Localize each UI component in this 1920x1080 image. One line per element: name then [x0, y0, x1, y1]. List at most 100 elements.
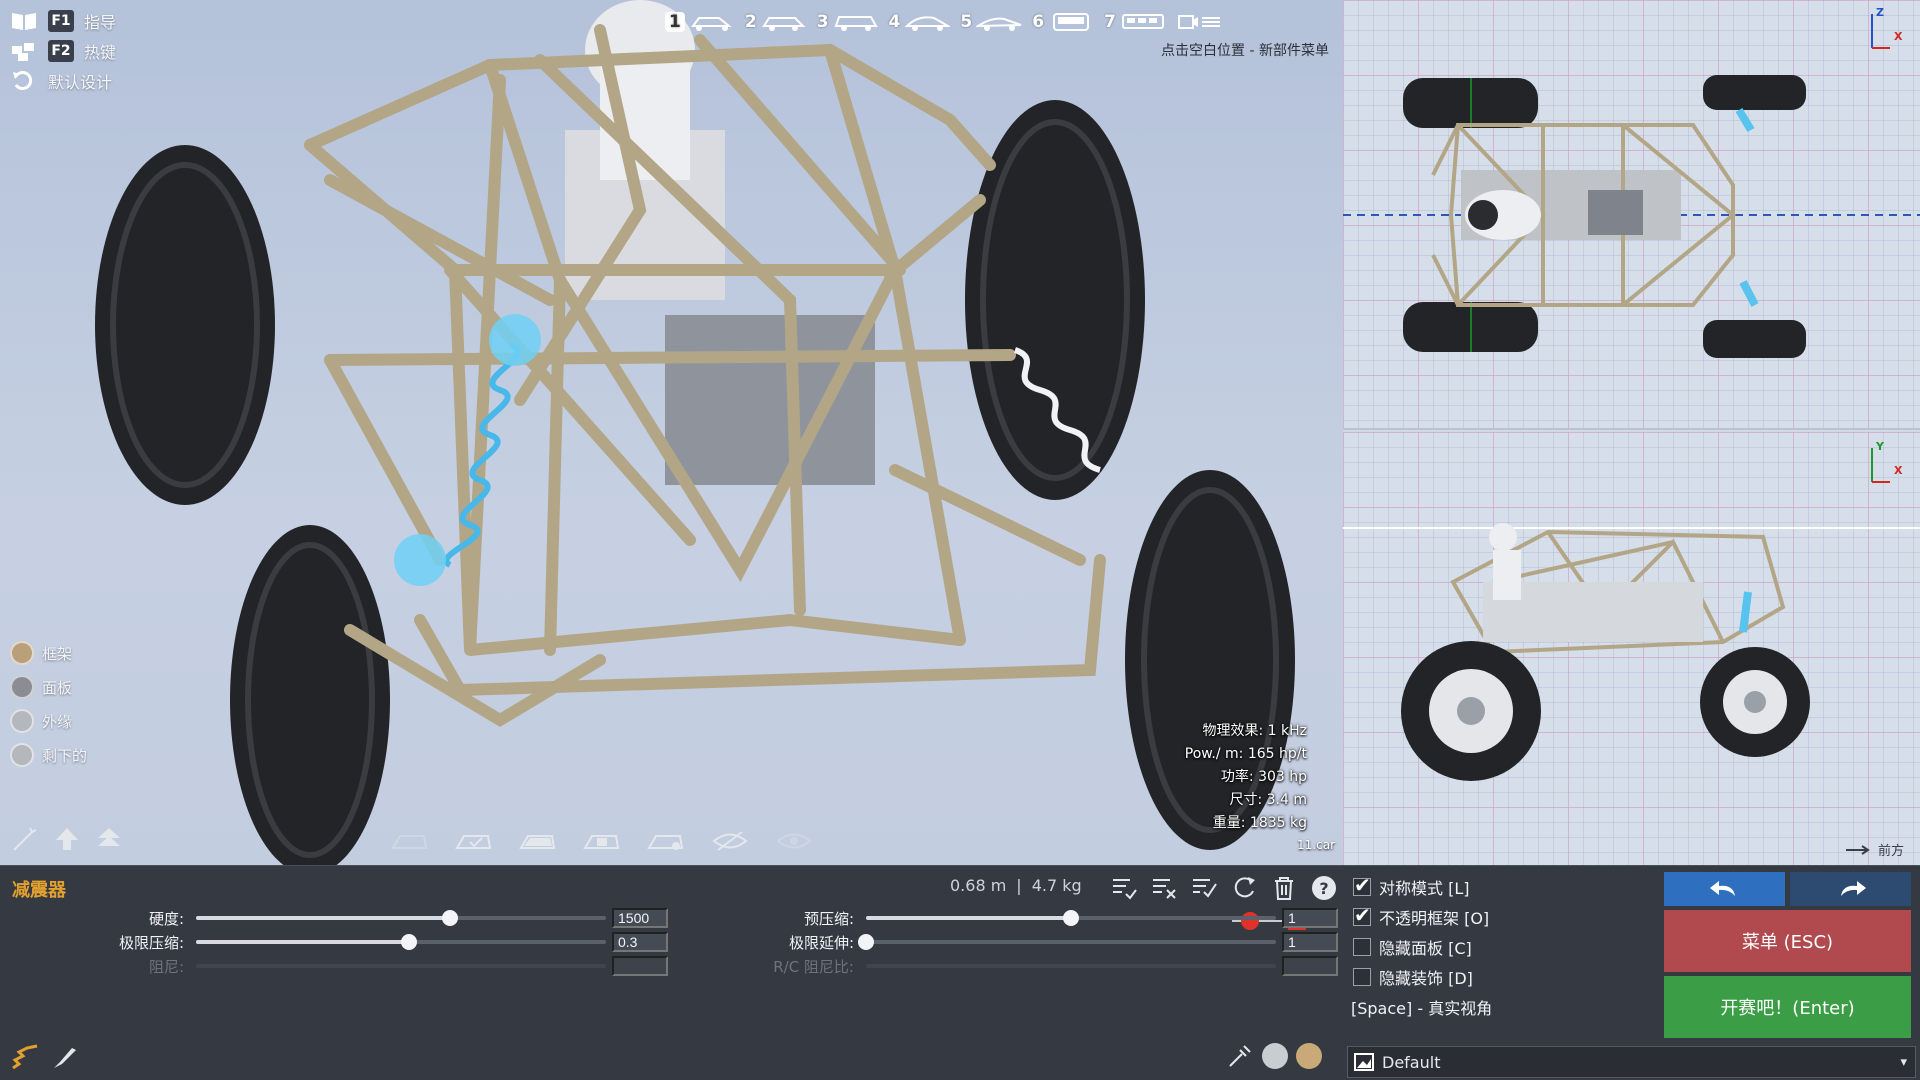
preload-label: 预压缩: — [803, 909, 854, 928]
help-icon[interactable]: ? — [1310, 874, 1338, 902]
3d-viewport[interactable]: F1 指导 F2 热键 默认设计 1 2 3 4 5 6 7 点击空白位置 - … — [0, 0, 1343, 865]
layer-swatch — [10, 641, 34, 665]
default-design-label: 默认设计 — [48, 73, 113, 92]
color-swatch-silver[interactable] — [1262, 1043, 1288, 1069]
hide-panels-option[interactable]: 隐藏面板 [C] — [1353, 932, 1492, 962]
truck-front-icon — [1053, 13, 1090, 31]
guide-item[interactable]: F1 指导 — [10, 6, 116, 36]
redo-button[interactable] — [1790, 872, 1911, 906]
axis-label-y: Y — [1876, 440, 1884, 453]
space-hint: [Space] - 真实视角 — [1351, 999, 1493, 1018]
undo-icon — [1709, 881, 1735, 896]
redo-icon — [1840, 881, 1866, 896]
stiffness-slider[interactable] — [196, 910, 606, 926]
camera-list-toggle[interactable] — [1176, 12, 1222, 32]
rotate-icon[interactable] — [1230, 874, 1258, 902]
vehicle-3d-render[interactable] — [0, 0, 1343, 865]
vehicle-tab-7[interactable]: 7 — [1104, 12, 1166, 32]
hide-eye-icon[interactable] — [710, 828, 750, 854]
vehicle-tab-6[interactable]: 6 — [1032, 12, 1094, 32]
hotkeys-item[interactable]: F2 热键 — [10, 36, 116, 66]
chevron-down-icon: ▾ — [1900, 1054, 1907, 1070]
panel-filter-icon[interactable] — [518, 828, 558, 854]
layer-label: 剩下的 — [42, 746, 88, 765]
side-view[interactable]: Y X 前方 — [1343, 432, 1920, 865]
layer-panels[interactable]: 面板 — [10, 670, 87, 704]
coupe-icon — [904, 16, 951, 31]
clear-list-icon[interactable] — [1150, 874, 1178, 902]
vehicle-tab-5[interactable]: 5 — [960, 12, 1022, 32]
preload-input[interactable] — [1282, 908, 1338, 928]
layer-rim[interactable]: 外缘 — [10, 704, 87, 738]
view-options: 对称模式 [L] 不透明框架 [O] 隐藏面板 [C] 隐藏装饰 [D] [Sp… — [1351, 872, 1493, 1022]
vehicle-tab-number: 4 — [888, 12, 901, 32]
reset-icon — [13, 71, 33, 90]
stat-value: 1 kHz — [1267, 723, 1307, 739]
axis-label-x: X — [1894, 30, 1903, 43]
stat-row: 物理效果: 1 kHz — [1185, 720, 1307, 743]
damping-label: 阻尼: — [148, 957, 184, 976]
vehicle-tab-4[interactable]: 4 — [889, 12, 951, 32]
extension-limit-slider[interactable] — [858, 934, 1276, 950]
material-colors — [1226, 1042, 1322, 1070]
check-frame-icon[interactable] — [454, 828, 494, 854]
slider-knob[interactable] — [442, 910, 459, 926]
stat-label: 功率: — [1220, 769, 1254, 785]
compression-limit-input[interactable] — [612, 932, 668, 952]
spring-icon[interactable] — [10, 1044, 40, 1072]
stat-value: 165 hp/t — [1247, 746, 1307, 762]
slider-knob[interactable] — [858, 934, 874, 950]
rc-damping-row: R/C 阻尼比: — [710, 954, 1338, 978]
vehicle-tab-1[interactable]: 1 — [665, 12, 735, 32]
orthographic-views: Z X Y X 前方 — [1343, 0, 1920, 865]
layer-rest[interactable]: 剩下的 — [10, 738, 87, 772]
double-arrow-up-icon[interactable] — [94, 826, 124, 852]
magic-wand-icon[interactable] — [10, 826, 40, 852]
default-design-item[interactable]: 默认设计 — [10, 66, 116, 96]
color-swatch-tan[interactable] — [1296, 1043, 1322, 1069]
extension-limit-input[interactable] — [1282, 932, 1338, 952]
slider-knob[interactable] — [401, 934, 418, 950]
hide-decor-option[interactable]: 隐藏装饰 [D] — [1353, 962, 1492, 992]
opaque-frame-option[interactable]: 不透明框架 [O] — [1353, 902, 1492, 932]
symmetry-mode-option[interactable]: 对称模式 [L] — [1353, 872, 1492, 902]
trash-icon[interactable] — [1270, 874, 1298, 902]
rc-damping-label: R/C 阻尼比: — [773, 957, 854, 976]
vehicle-tab-2[interactable]: 2 — [745, 12, 807, 32]
top-view[interactable]: Z X — [1343, 0, 1920, 430]
environment-select[interactable]: Default ▾ — [1347, 1046, 1916, 1078]
undo-button[interactable] — [1664, 872, 1785, 906]
checkbox[interactable] — [1353, 968, 1371, 986]
option-label: 隐藏装饰 [D] — [1379, 969, 1473, 988]
start-race-button[interactable]: 开赛吧！(Enter) — [1664, 976, 1911, 1038]
checkbox[interactable] — [1353, 938, 1371, 956]
rc-damping-input — [1282, 956, 1338, 976]
check-list-icon[interactable] — [1110, 874, 1138, 902]
arrow-up-icon[interactable] — [52, 826, 82, 852]
menu-button[interactable]: 菜单 (ESC) — [1664, 910, 1911, 972]
eyedropper-icon[interactable] — [1226, 1042, 1254, 1070]
slider-fill — [196, 916, 451, 920]
wheel-filter-icon[interactable] — [646, 828, 686, 854]
vehicle-tab-3[interactable]: 3 — [817, 12, 879, 32]
layer-frame[interactable]: 框架 — [10, 636, 87, 670]
compression-limit-slider[interactable] — [196, 934, 606, 950]
checkbox[interactable] — [1353, 873, 1371, 897]
vehicle-top-render — [1343, 75, 1920, 358]
engine-filter-icon[interactable] — [582, 828, 622, 854]
arrow-right-icon — [1845, 844, 1870, 855]
stiffness-input[interactable] — [612, 908, 668, 928]
show-eye-icon[interactable] — [774, 828, 814, 854]
part-filters — [390, 828, 814, 854]
paint-brush-icon[interactable] — [50, 1044, 80, 1072]
layer-swatch — [10, 675, 34, 699]
sports-car-icon — [976, 17, 1022, 31]
frame-filter-icon[interactable] — [390, 828, 430, 854]
axis-gizmo-top: Z X — [1864, 6, 1904, 58]
checkbox[interactable] — [1353, 903, 1371, 927]
slider-knob[interactable] — [1063, 910, 1079, 926]
damping-input — [612, 956, 668, 976]
preload-slider[interactable] — [866, 910, 1276, 926]
stat-row: 功率: 303 hp — [1185, 766, 1307, 789]
select-all-icon[interactable] — [1190, 874, 1218, 902]
